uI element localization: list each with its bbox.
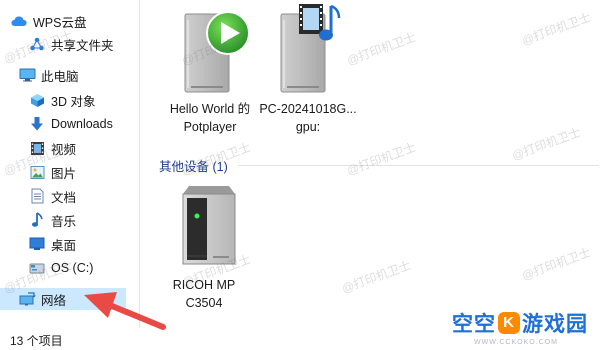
file-label: Hello World 的 bbox=[169, 102, 251, 116]
sidebar-item-music[interactable]: 音乐 bbox=[28, 209, 76, 231]
sidebar-item-label: 桌面 bbox=[51, 238, 77, 253]
sidebar-item-label: 3D 对象 bbox=[51, 94, 96, 109]
brand-logo: 空空 K 游戏园 bbox=[452, 308, 588, 338]
sidebar-item-pictures[interactable]: 图片 bbox=[28, 161, 76, 183]
media-server-icon bbox=[253, 0, 363, 100]
file-label: Potplayer bbox=[183, 120, 237, 134]
group-divider bbox=[237, 165, 599, 166]
sidebar-item-shared-folder[interactable]: 共享文件夹 bbox=[28, 33, 114, 55]
sidebar-item-label: 此电脑 bbox=[41, 69, 79, 84]
sidebar-item-network[interactable]: 网络 bbox=[0, 288, 126, 310]
sidebar-item-label: WPS云盘 bbox=[33, 15, 87, 30]
share-network-icon bbox=[28, 35, 46, 53]
navigation-pane: WPS云盘 共享文件夹 此电脑 3D 对象 Downloads 视频 图片 文档… bbox=[0, 0, 140, 328]
drive-icon bbox=[28, 259, 46, 277]
sidebar-item-label: 音乐 bbox=[51, 214, 77, 229]
potplayer-device-icon bbox=[155, 0, 265, 100]
desktop-icon bbox=[28, 235, 46, 253]
brand-url: WWW.CCKOKO.COM bbox=[474, 339, 558, 346]
sidebar-item-label: OS (C:) bbox=[51, 261, 94, 275]
group-header-label: 其他设备 (1) bbox=[159, 160, 228, 174]
sidebar-item-videos[interactable]: 视频 bbox=[28, 137, 76, 159]
download-arrow-icon bbox=[28, 115, 46, 133]
item-count: 13 个项目 bbox=[10, 334, 63, 348]
file-label: PC-20241018G... bbox=[259, 102, 357, 116]
sidebar-item-downloads[interactable]: Downloads bbox=[28, 113, 113, 135]
brand-part1: 空空 bbox=[452, 313, 496, 336]
sidebar-item-wps-cloud[interactable]: WPS云盘 bbox=[10, 10, 86, 32]
film-strip-icon bbox=[28, 139, 46, 157]
picture-icon bbox=[28, 163, 46, 181]
brand-badge: K bbox=[498, 312, 520, 334]
cube-icon bbox=[28, 91, 46, 109]
file-label: gpu: bbox=[295, 120, 321, 134]
group-header-other-devices[interactable]: 其他设备 (1) bbox=[159, 156, 599, 175]
sidebar-item-label: 网络 bbox=[41, 293, 67, 308]
content-pane: Hello World 的 Potplayer PC-20241018G... … bbox=[141, 0, 600, 328]
media-device-pc-server[interactable]: PC-20241018G... gpu: bbox=[253, 0, 363, 136]
sidebar-item-label: 视频 bbox=[51, 142, 77, 157]
media-device-potplayer[interactable]: Hello World 的 Potplayer bbox=[155, 0, 265, 136]
network-icon bbox=[18, 290, 36, 308]
sidebar-item-desktop[interactable]: 桌面 bbox=[28, 233, 76, 255]
sidebar-item-label: 文档 bbox=[51, 190, 77, 205]
sidebar-item-label: Downloads bbox=[51, 117, 113, 131]
printer-device-icon bbox=[149, 176, 259, 276]
sidebar-item-this-pc[interactable]: 此电脑 bbox=[18, 64, 79, 86]
document-icon bbox=[28, 187, 46, 205]
sidebar-item-os-c[interactable]: OS (C:) bbox=[28, 257, 93, 279]
file-label: RICOH MP bbox=[172, 278, 236, 292]
device-ricoh-printer[interactable]: RICOH MP C3504 bbox=[149, 176, 259, 312]
cloud-icon bbox=[10, 12, 28, 30]
sidebar-item-documents[interactable]: 文档 bbox=[28, 185, 76, 207]
sidebar-item-label: 共享文件夹 bbox=[51, 38, 114, 53]
music-note-icon bbox=[28, 211, 46, 229]
computer-icon bbox=[18, 66, 36, 84]
sidebar-item-label: 图片 bbox=[51, 166, 77, 181]
sidebar-item-3d-objects[interactable]: 3D 对象 bbox=[28, 89, 95, 111]
brand-part2: 游戏园 bbox=[522, 313, 588, 336]
file-label: C3504 bbox=[185, 296, 223, 310]
